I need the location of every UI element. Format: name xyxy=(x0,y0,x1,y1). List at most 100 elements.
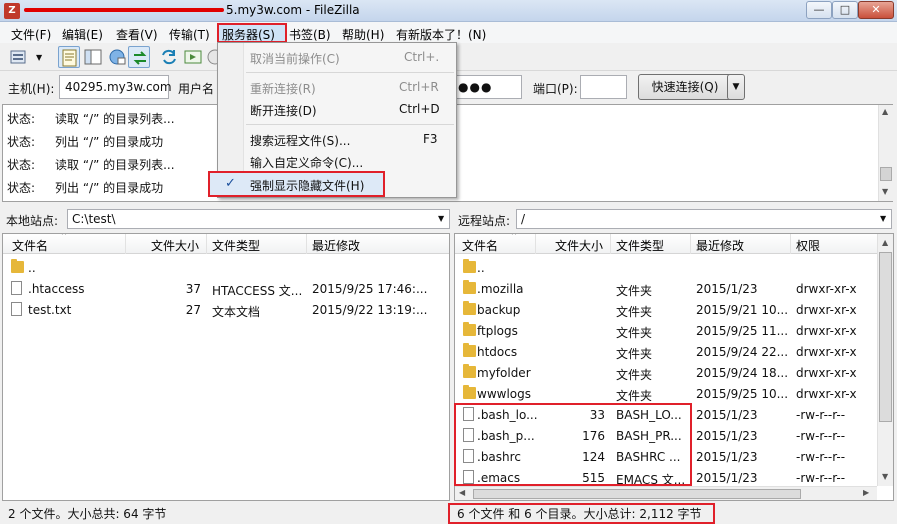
log-line: 状态: 读取 “/” 的目录列表... xyxy=(7,112,175,126)
log-line: 状态: 列出 “/” 的目录成功 xyxy=(7,181,164,195)
column-modified[interactable]: 最近修改 xyxy=(312,237,360,254)
cell-filetype: 文件夹 xyxy=(616,347,653,361)
transfer-queue-toggle-icon[interactable] xyxy=(128,46,150,68)
window-title: 5.my3w.com - FileZilla xyxy=(226,3,360,17)
minimize-button[interactable]: — xyxy=(806,1,832,19)
cell-permissions: -rw-r--r-- xyxy=(796,471,846,485)
shortcut-reconnect: Ctrl+R xyxy=(399,80,439,94)
site-manager-icon[interactable] xyxy=(8,46,30,68)
message-log-toggle-icon[interactable] xyxy=(58,46,80,68)
column-filename[interactable]: 文件名 xyxy=(12,237,48,254)
cell-filename: test.txt xyxy=(28,303,72,317)
local-site-bar: 本地站点: C:\test\ ▼ xyxy=(2,207,450,231)
folder-icon xyxy=(463,259,476,273)
chevron-down-icon[interactable]: ▼ xyxy=(438,214,444,223)
remote-path-input[interactable]: / xyxy=(516,209,892,229)
cell-filename: .. xyxy=(477,261,485,275)
cell-permissions: drwxr-xr-x xyxy=(796,345,857,359)
table-row[interactable]: .mozilla 文件夹 2015/1/23 drwxr-xr-x xyxy=(455,279,877,300)
file-icon xyxy=(11,302,22,316)
process-queue-icon[interactable] xyxy=(182,46,204,68)
folder-icon xyxy=(463,280,476,294)
menu-custom-command[interactable]: 输入自定义命令(C)... xyxy=(250,154,363,171)
chevron-down-icon[interactable]: ▼ xyxy=(880,214,886,223)
table-row[interactable]: .. xyxy=(3,258,449,279)
cell-filename: backup xyxy=(477,303,521,317)
column-filesize[interactable]: 文件大小 xyxy=(555,237,603,254)
menu-edit[interactable]: 编辑(E) xyxy=(62,26,103,43)
remote-horizontal-scrollbar[interactable]: ◀ ▶ xyxy=(455,486,877,500)
cell-filetype: 文件夹 xyxy=(616,389,653,403)
table-row[interactable]: htdocs 文件夹 2015/9/24 22... drwxr-xr-x xyxy=(455,342,877,363)
table-row[interactable]: .htaccess 37 HTACCESS 文... 2015/9/25 17:46:… xyxy=(3,279,449,300)
cell-filename: .mozilla xyxy=(477,282,524,296)
redacted-title-mark xyxy=(24,8,224,12)
folder-icon xyxy=(11,259,24,273)
table-row[interactable]: ftplogs 文件夹 2015/9/25 11... drwxr-xr-x xyxy=(455,321,877,342)
table-row[interactable]: test.txt 27 文本文档 2015/9/22 13:19:... xyxy=(3,300,449,321)
port-label: 端口(P): xyxy=(533,82,578,96)
cell-filetype: 文件夹 xyxy=(616,305,653,319)
password-input[interactable]: ●●● xyxy=(452,75,522,99)
remote-list-header: 文件名 ^ 文件大小 文件类型 最近修改 权限 xyxy=(455,234,893,254)
local-path-input[interactable]: C:\test\ xyxy=(67,209,450,229)
cell-modified: 2015/9/22 13:19:... xyxy=(312,303,428,317)
folder-icon xyxy=(463,301,476,315)
maximize-button[interactable]: □ xyxy=(832,1,858,19)
table-row[interactable]: wwwlogs 文件夹 2015/9/25 10... drwxr-xr-x xyxy=(455,384,877,405)
menu-reconnect[interactable]: 重新连接(R) xyxy=(250,80,316,97)
local-file-list: 文件名 ^ 文件大小 文件类型 最近修改 .. .htaccess 37 HTACCE… xyxy=(2,233,450,501)
menu-search-remote[interactable]: 搜索远程文件(S)... xyxy=(250,132,350,149)
cell-filename: .htaccess xyxy=(28,282,85,296)
table-row[interactable]: backup 文件夹 2015/9/21 10... drwxr-xr-x xyxy=(455,300,877,321)
cell-filesize: 37 xyxy=(185,282,201,296)
close-button[interactable]: ✕ xyxy=(858,1,894,19)
menu-view[interactable]: 查看(V) xyxy=(116,26,158,43)
checkmark-icon: ✓ xyxy=(225,176,236,191)
menu-disconnect[interactable]: 断开连接(D) xyxy=(250,102,317,119)
chevron-down-icon[interactable]: ▼ xyxy=(36,53,42,62)
column-filetype[interactable]: 文件类型 xyxy=(212,237,260,254)
menu-update[interactable]: 有新版本了！(N) xyxy=(396,26,486,43)
cell-modified: 2015/9/25 17:46:... xyxy=(312,282,428,296)
column-filename[interactable]: 文件名 xyxy=(462,237,498,254)
menu-help[interactable]: 帮助(H) xyxy=(342,26,384,43)
quickconnect-button[interactable]: 快速连接(Q) xyxy=(638,74,732,100)
menu-transfer[interactable]: 传输(T) xyxy=(169,26,210,43)
menu-bookmarks[interactable]: 书签(B) xyxy=(289,26,331,43)
table-row[interactable]: myfolder 文件夹 2015/9/24 18... drwxr-xr-x xyxy=(455,363,877,384)
cell-filetype: 文件夹 xyxy=(616,284,653,298)
menu-file[interactable]: 文件(F) xyxy=(11,26,51,43)
refresh-icon[interactable] xyxy=(158,46,180,68)
log-line: 状态: 列出 “/” 的目录成功 xyxy=(7,135,164,149)
menu-force-hidden-files[interactable]: 强制显示隐藏文件(H) xyxy=(250,177,364,194)
local-site-label: 本地站点: xyxy=(6,214,59,228)
column-filesize[interactable]: 文件大小 xyxy=(151,237,199,254)
remote-tree-toggle-icon[interactable] xyxy=(106,46,128,68)
cell-filename: myfolder xyxy=(477,366,531,380)
log-scrollbar[interactable]: ▲ ▼ xyxy=(878,105,893,201)
cell-modified: 2015/9/25 11... xyxy=(696,324,788,338)
cell-permissions: drwxr-xr-x xyxy=(796,366,857,380)
local-tree-toggle-icon[interactable] xyxy=(82,46,104,68)
shortcut-search: F3 xyxy=(423,132,438,146)
cell-permissions: drwxr-xr-x xyxy=(796,387,857,401)
column-modified[interactable]: 最近修改 xyxy=(696,237,744,254)
cell-permissions: drwxr-xr-x xyxy=(796,303,857,317)
menu-cancel-operation[interactable]: 取消当前操作(C) xyxy=(250,50,340,67)
remote-site-bar: 远程站点: / ▼ xyxy=(454,207,894,231)
quickconnect-dropdown-icon[interactable]: ▼ xyxy=(727,74,745,100)
cell-modified: 2015/1/23 xyxy=(696,471,758,485)
port-input[interactable] xyxy=(580,75,627,99)
cell-filesize: 27 xyxy=(185,303,201,317)
username-label: 用户名 xyxy=(178,82,215,96)
menu-server[interactable]: 服务器(S) xyxy=(222,26,275,43)
filezilla-logo-icon: Z xyxy=(4,3,20,19)
host-input[interactable]: 40295.my3w.com xyxy=(59,75,172,99)
table-row[interactable]: .. xyxy=(455,258,877,279)
remote-vertical-scrollbar[interactable]: ▲ ▼ xyxy=(877,234,893,486)
column-permissions[interactable]: 权限 xyxy=(796,237,820,254)
cell-modified: 2015/1/23 xyxy=(696,408,758,422)
folder-icon xyxy=(463,385,476,399)
column-filetype[interactable]: 文件类型 xyxy=(616,237,664,254)
